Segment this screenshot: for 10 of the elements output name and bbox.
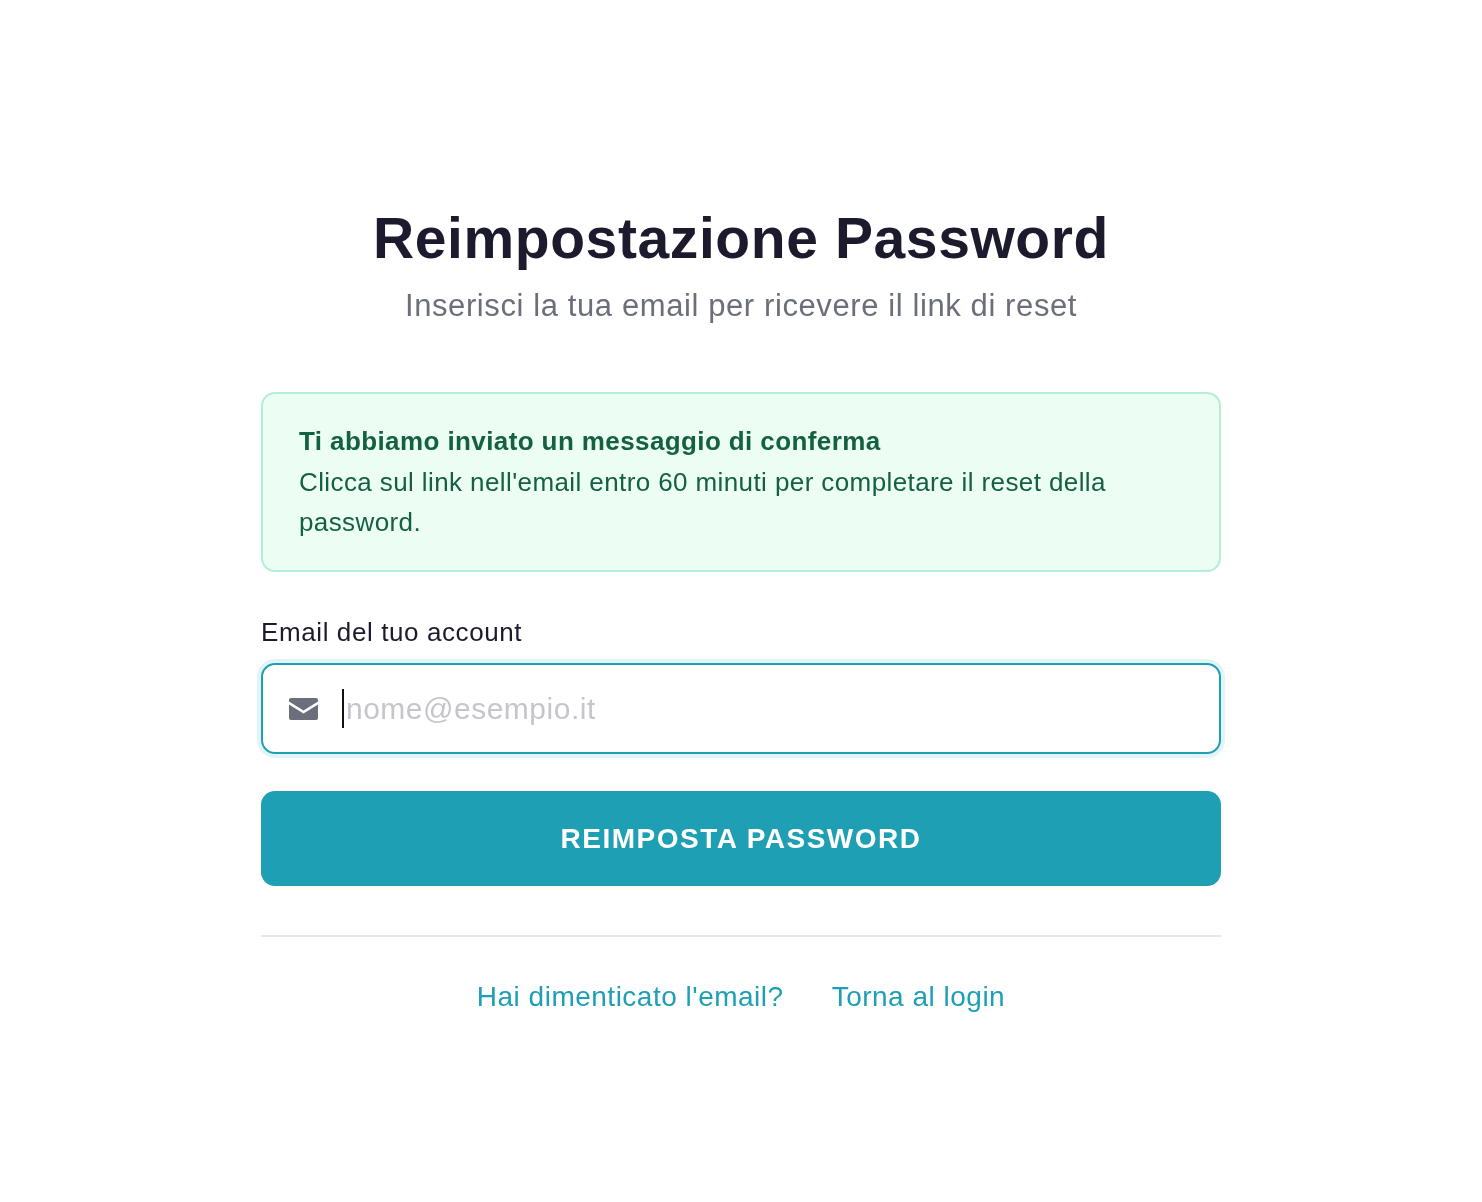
envelope-icon [289,698,318,720]
reset-password-button[interactable]: REIMPOSTA PASSWORD [261,791,1221,886]
email-input-field[interactable]: nome@esempio.it [261,663,1221,754]
page-title: Reimpostazione Password [372,205,1110,272]
alert-title: Ti abbiamo inviato un messaggio di conferma [299,425,882,458]
text-link[interactable]: Torna al login [831,979,1006,1015]
page-subtitle: Inserisci la tua email per ricevere il link di reset [403,287,1079,325]
email-field-label: Email del tuo account [261,616,524,649]
text-link[interactable]: Hai dimenticato l'email? [476,979,784,1015]
alert-message: Clicca sul link nell'email entro 60 minuti per completare il reset della password. [299,466,1107,539]
